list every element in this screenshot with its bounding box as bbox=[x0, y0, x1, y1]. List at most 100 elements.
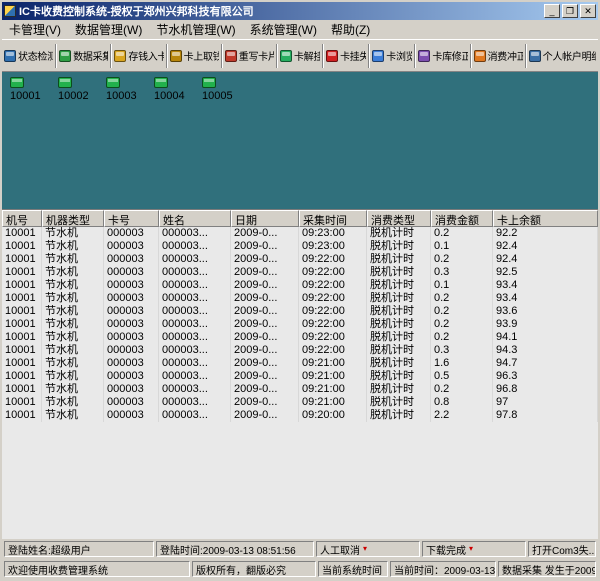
table-row[interactable]: 10001节水机000003000003...2009-0...09:22:00… bbox=[2, 344, 598, 357]
table-row[interactable]: 10001节水机000003000003...2009-0...09:21:00… bbox=[2, 357, 598, 370]
table-row[interactable]: 10001节水机000003000003...2009-0...09:20:00… bbox=[2, 409, 598, 422]
toolbar-button-status-check[interactable]: 状态检测 bbox=[3, 42, 54, 70]
toolbar-button-card-db-fix[interactable]: 卡库修正 bbox=[417, 42, 468, 70]
toolbar-separator bbox=[221, 44, 223, 68]
table-cell: 脱机计时 bbox=[367, 305, 431, 318]
machine-indicator-10005[interactable]: 10005 bbox=[202, 77, 240, 102]
table-cell: 000003 bbox=[104, 344, 159, 357]
table-row[interactable]: 10001节水机000003000003...2009-0...09:22:00… bbox=[2, 266, 598, 279]
window-controls: _ ❐ ✕ bbox=[544, 4, 596, 18]
table-cell: 0.3 bbox=[431, 266, 493, 279]
menu-item-system-management[interactable]: 系统管理(W) bbox=[243, 19, 324, 40]
table-cell: 000003 bbox=[104, 383, 159, 396]
table-cell: 000003... bbox=[159, 409, 231, 422]
column-header-2[interactable]: 卡号 bbox=[104, 210, 159, 227]
table-cell: 000003 bbox=[104, 370, 159, 383]
table-cell: 2009-0... bbox=[231, 266, 299, 279]
table-row[interactable]: 10001节水机000003000003...2009-0...09:23:00… bbox=[2, 240, 598, 253]
table-cell: 000003... bbox=[159, 357, 231, 370]
toolbar-button-card-unfreeze[interactable]: 卡解挂 bbox=[279, 42, 321, 70]
close-button[interactable]: ✕ bbox=[580, 4, 596, 18]
table-cell: 2009-0... bbox=[231, 357, 299, 370]
table-cell: 0.3 bbox=[431, 344, 493, 357]
table-cell: 0.8 bbox=[431, 396, 493, 409]
table-cell: 09:23:00 bbox=[299, 240, 367, 253]
machine-indicator-10003[interactable]: 10003 bbox=[106, 77, 144, 102]
table-cell: 0.2 bbox=[431, 227, 493, 240]
maximize-button[interactable]: ❐ bbox=[562, 4, 578, 18]
toolbar-separator bbox=[55, 44, 57, 68]
table-row[interactable]: 10001节水机000003000003...2009-0...09:22:00… bbox=[2, 305, 598, 318]
column-header-1[interactable]: 机器类型 bbox=[42, 210, 104, 227]
table-cell: 000003... bbox=[159, 292, 231, 305]
table-cell: 节水机 bbox=[42, 383, 104, 396]
toolbar-button-personal-account-detail[interactable]: 个人帐户明细 bbox=[528, 42, 597, 70]
table-row[interactable]: 10001节水机000003000003...2009-0...09:23:00… bbox=[2, 227, 598, 240]
status-segment-com-status: 打开Com3失... bbox=[528, 541, 596, 557]
menu-item-card-management[interactable]: 卡管理(V) bbox=[2, 19, 68, 40]
column-header-4[interactable]: 日期 bbox=[231, 210, 299, 227]
table-cell: 10001 bbox=[2, 396, 42, 409]
table-cell: 2009-0... bbox=[231, 409, 299, 422]
table-cell: 节水机 bbox=[42, 396, 104, 409]
toolbar-button-rewrite-card[interactable]: 重写卡片 bbox=[224, 42, 275, 70]
toolbar-button-withdraw-from-card[interactable]: 卡上取钱 bbox=[169, 42, 220, 70]
table-row[interactable]: 10001节水机000003000003...2009-0...09:21:00… bbox=[2, 396, 598, 409]
table-cell: 节水机 bbox=[42, 370, 104, 383]
toolbar-button-label: 卡库修正 bbox=[432, 48, 467, 63]
menu-item-machine-management[interactable]: 节水机管理(W) bbox=[149, 19, 242, 40]
table-cell: 93.4 bbox=[493, 292, 598, 305]
table-cell: 脱机计时 bbox=[367, 383, 431, 396]
machine-id-label: 10005 bbox=[202, 90, 233, 102]
machine-indicator-10002[interactable]: 10002 bbox=[58, 77, 96, 102]
table-cell: 000003... bbox=[159, 266, 231, 279]
column-header-0[interactable]: 机号 bbox=[2, 210, 42, 227]
machine-indicator-10004[interactable]: 10004 bbox=[154, 77, 192, 102]
table-cell: 09:22:00 bbox=[299, 292, 367, 305]
table-row[interactable]: 10001节水机000003000003...2009-0...09:22:00… bbox=[2, 331, 598, 344]
column-header-8[interactable]: 卡上余额 bbox=[493, 210, 598, 227]
column-header-5[interactable]: 采集时间 bbox=[299, 210, 367, 227]
machine-indicator-10001[interactable]: 10001 bbox=[10, 77, 48, 102]
column-header-7[interactable]: 消费金额 bbox=[431, 210, 493, 227]
machine-online-icon bbox=[106, 77, 120, 88]
toolbar-button-data-collect[interactable]: 数据采集 bbox=[58, 42, 109, 70]
rewrite-card-icon bbox=[225, 50, 237, 62]
table-cell: 09:22:00 bbox=[299, 318, 367, 331]
table-cell: 节水机 bbox=[42, 292, 104, 305]
toolbar-button-card-report-loss[interactable]: 卡挂失 bbox=[325, 42, 367, 70]
toolbar-button-card-browse[interactable]: 卡浏览 bbox=[371, 42, 413, 70]
machine-indicator-row: 10001 10002 10003 10004 10005 bbox=[10, 77, 240, 102]
app-icon[interactable] bbox=[4, 5, 16, 17]
table-cell: 脱机计时 bbox=[367, 344, 431, 357]
table-row[interactable]: 10001节水机000003000003...2009-0...09:21:00… bbox=[2, 370, 598, 383]
table-row[interactable]: 10001节水机000003000003...2009-0...09:22:00… bbox=[2, 279, 598, 292]
column-header-3[interactable]: 姓名 bbox=[159, 210, 231, 227]
table-cell: 10001 bbox=[2, 383, 42, 396]
toolbar-button-label: 状态检测 bbox=[18, 48, 53, 63]
menu-item-data-management[interactable]: 数据管理(W) bbox=[68, 19, 149, 40]
toolbar-button-deposit-to-card[interactable]: 存钱入卡 bbox=[113, 42, 164, 70]
table-cell: 09:21:00 bbox=[299, 357, 367, 370]
table-cell: 000003... bbox=[159, 305, 231, 318]
table-cell: 09:20:00 bbox=[299, 409, 367, 422]
status-text: 人工取消 bbox=[320, 542, 360, 557]
minimize-button[interactable]: _ bbox=[544, 4, 560, 18]
menu-item-help[interactable]: 帮助(Z) bbox=[324, 19, 377, 40]
table-cell: 脱机计时 bbox=[367, 279, 431, 292]
table-cell: 2009-0... bbox=[231, 383, 299, 396]
table-row[interactable]: 10001节水机000003000003...2009-0...09:22:00… bbox=[2, 318, 598, 331]
table-row[interactable]: 10001节水机000003000003...2009-0...09:22:00… bbox=[2, 292, 598, 305]
card-report-loss-icon bbox=[326, 50, 338, 62]
table-cell: 2009-0... bbox=[231, 227, 299, 240]
table-cell: 0.2 bbox=[431, 318, 493, 331]
status-text: 下载完成 bbox=[426, 542, 466, 557]
toolbar-button-consume-reversal[interactable]: 消费冲正 bbox=[473, 42, 524, 70]
column-header-6[interactable]: 消费类型 bbox=[367, 210, 431, 227]
table-cell: 脱机计时 bbox=[367, 227, 431, 240]
table-row[interactable]: 10001节水机000003000003...2009-0...09:21:00… bbox=[2, 383, 598, 396]
table-cell: 000003... bbox=[159, 253, 231, 266]
table-cell: 2009-0... bbox=[231, 305, 299, 318]
table-cell: 09:22:00 bbox=[299, 344, 367, 357]
table-row[interactable]: 10001节水机000003000003...2009-0...09:22:00… bbox=[2, 253, 598, 266]
